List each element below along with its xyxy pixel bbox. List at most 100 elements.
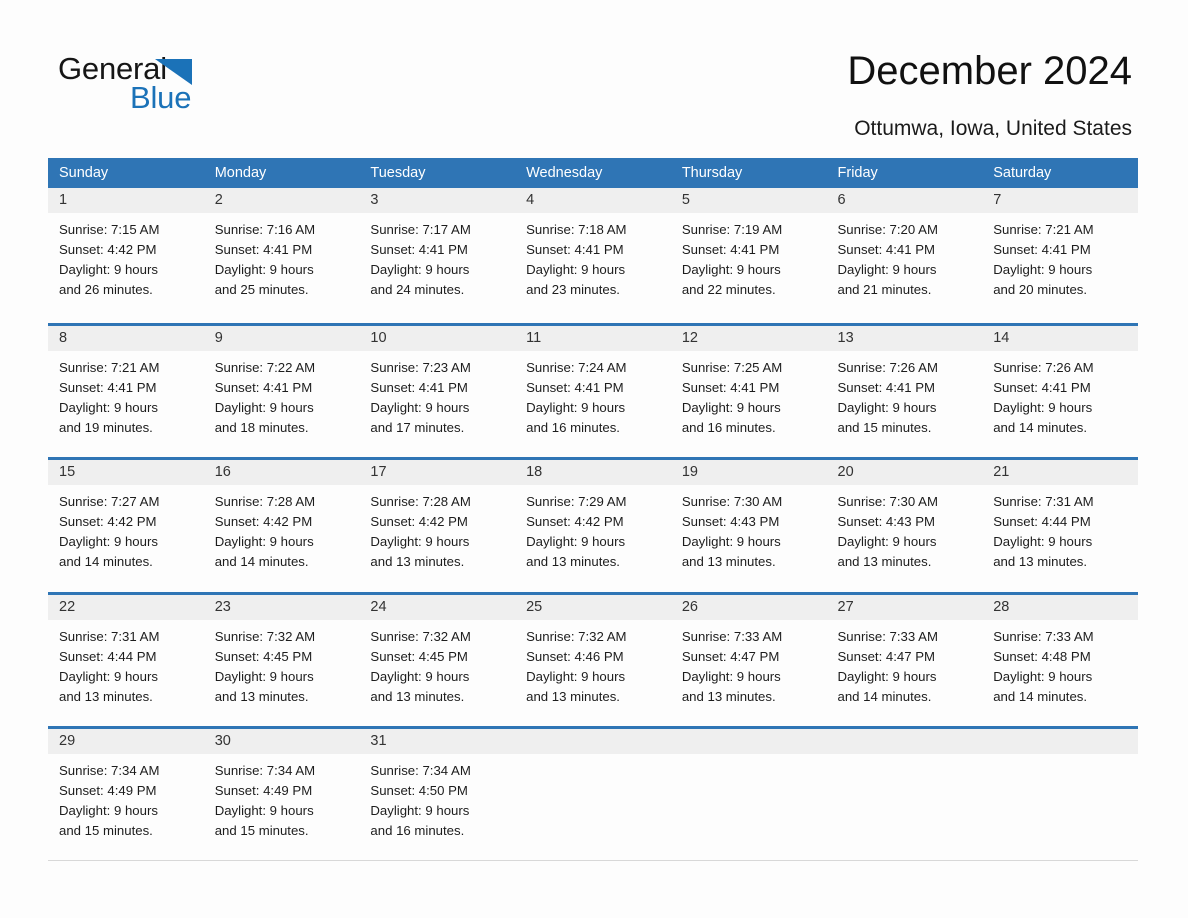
- daylight-duration-line1: Daylight: 9 hours: [681, 534, 781, 549]
- calendar-day-cell[interactable]: 16 Sunrise: 7:28 AM Sunset: 4:42 PM Dayligh…: [203, 460, 360, 592]
- calendar-day-cell[interactable]: 3 Sunrise: 7:17 AM Sunset: 4:41 PM Daylight…: [359, 188, 516, 320]
- calendar-day-details: Sunrise: 7:26 AM Sunset: 4:41 PM Daylight:…: [827, 351, 983, 438]
- calendar-day-cell[interactable]: 2 Sunrise: 7:16 AM Sunset: 4:41 PM Daylight…: [203, 188, 360, 320]
- calendar-day-number: 5: [670, 188, 827, 213]
- calendar-day-details: Sunrise: 7:34 AM Sunset: 4:50 PM Daylight:…: [359, 754, 515, 841]
- calendar-day-cell[interactable]: 23 Sunrise: 7:32 AM Sunset: 4:45 PM Dayligh…: [203, 594, 360, 726]
- sunrise-time: Sunrise: 7:21 AM: [59, 359, 160, 375]
- sunset-time: Sunset: 4:41 PM: [214, 379, 313, 395]
- calendar-day-number: 11: [515, 325, 671, 351]
- sunset-time: Sunset: 4:48 PM: [993, 648, 1091, 664]
- calendar-day-details: Sunrise: 7:32 AM Sunset: 4:45 PM Daylight:…: [204, 620, 360, 707]
- sunrise-time: Sunrise: 7:26 AM: [837, 359, 938, 375]
- sunset-time: Sunset: 4:41 PM: [59, 379, 157, 395]
- calendar-day-cell[interactable]: 15 Sunrise: 7:27 AM Sunset: 4:42 PM Dayligh…: [48, 460, 204, 592]
- sunset-time: Sunset: 4:41 PM: [837, 242, 936, 257]
- calendar-day-cell[interactable]: 22 Sunrise: 7:31 AM Sunset: 4:44 PM Dayligh…: [48, 594, 204, 726]
- calendar-day-details: Sunrise: 7:25 AM Sunset: 4:41 PM Daylight:…: [671, 351, 827, 438]
- calendar-day-cell[interactable]: 11 Sunrise: 7:24 AM Sunset: 4:41 PM Dayligh…: [515, 325, 671, 457]
- day-of-week-thursday: Thursday: [681, 165, 743, 181]
- sunrise-time: Sunrise: 7:34 AM: [59, 763, 160, 778]
- daylight-duration-line2: and 13 minutes.: [681, 554, 776, 569]
- calendar-day-cell[interactable]: 7 Sunrise: 7:21 AM Sunset: 4:41 PM Daylight…: [982, 188, 1138, 320]
- daylight-duration-line2: and 14 minutes.: [993, 688, 1088, 704]
- calendar-day-details: Sunrise: 7:34 AM Sunset: 4:49 PM Daylight:…: [204, 754, 360, 841]
- sunset-time: Sunset: 4:49 PM: [59, 783, 157, 798]
- calendar-day-details: Sunrise: 7:21 AM Sunset: 4:41 PM Daylight:…: [48, 351, 204, 438]
- calendar-day-number: 23: [203, 594, 360, 620]
- calendar-day-cell[interactable]: 20 Sunrise: 7:30 AM Sunset: 4:43 PM Dayligh…: [826, 460, 983, 592]
- sunrise-time: Sunrise: 7:20 AM: [837, 222, 938, 237]
- calendar-day-cell[interactable]: 28 Sunrise: 7:33 AM Sunset: 4:48 PM Dayligh…: [982, 594, 1138, 726]
- daylight-duration-line1: Daylight: 9 hours: [59, 534, 158, 549]
- calendar-day-cell[interactable]: 27 Sunrise: 7:33 AM Sunset: 4:47 PM Dayligh…: [826, 594, 983, 726]
- calendar-day-cell[interactable]: 25 Sunrise: 7:32 AM Sunset: 4:46 PM Dayligh…: [515, 594, 671, 726]
- calendar-week-row: 1 Sunrise: 7:15 AM Sunset: 4:42 PM Daylight…: [48, 188, 1138, 323]
- calendar-day-cell[interactable]: 9 Sunrise: 7:22 AM Sunset: 4:41 PM Daylight…: [203, 325, 360, 457]
- sunrise-time: Sunrise: 7:33 AM: [681, 628, 783, 644]
- calendar-day-cell-empty: [826, 729, 983, 861]
- calendar-day-cell[interactable]: 19 Sunrise: 7:30 AM Sunset: 4:43 PM Dayligh…: [670, 460, 827, 592]
- sunrise-time: Sunrise: 7:26 AM: [993, 359, 1094, 375]
- daylight-duration-line1: Daylight: 9 hours: [214, 668, 314, 684]
- page-header: General Blue December 2024 Ottumwa, Iowa…: [0, 0, 1188, 150]
- calendar-day-cell[interactable]: 13 Sunrise: 7:26 AM Sunset: 4:41 PM Dayligh…: [826, 325, 983, 457]
- calendar-day-details: Sunrise: 7:32 AM Sunset: 4:46 PM Daylight:…: [515, 620, 671, 707]
- calendar-day-details: Sunrise: 7:21 AM Sunset: 4:41 PM Daylight:…: [982, 213, 1138, 300]
- sunrise-time: Sunrise: 7:28 AM: [370, 494, 471, 509]
- calendar-day-number: 29: [48, 729, 204, 754]
- calendar-week-cells: 15 Sunrise: 7:27 AM Sunset: 4:42 PM Dayligh…: [48, 460, 1138, 592]
- sunset-time: Sunset: 4:44 PM: [993, 514, 1091, 529]
- daylight-duration-line1: Daylight: 9 hours: [993, 399, 1093, 415]
- daylight-duration-line1: Daylight: 9 hours: [370, 399, 470, 415]
- general-blue-logo[interactable]: General Blue: [58, 52, 318, 120]
- sunset-time: Sunset: 4:41 PM: [837, 379, 936, 395]
- sunset-time: Sunset: 4:42 PM: [214, 514, 313, 529]
- daylight-duration-line2: and 18 minutes.: [214, 419, 309, 435]
- calendar-day-cell[interactable]: 18 Sunrise: 7:29 AM Sunset: 4:42 PM Dayligh…: [515, 460, 671, 592]
- daylight-duration-line1: Daylight: 9 hours: [837, 534, 937, 549]
- daylight-duration-line1: Daylight: 9 hours: [837, 399, 937, 415]
- calendar-day-cell[interactable]: 12 Sunrise: 7:25 AM Sunset: 4:41 PM Dayligh…: [670, 325, 827, 457]
- calendar-day-details: Sunrise: 7:27 AM Sunset: 4:42 PM Daylight:…: [48, 485, 204, 572]
- calendar-day-number: 1: [48, 188, 204, 213]
- sunrise-time: Sunrise: 7:32 AM: [370, 628, 471, 644]
- daylight-duration-line2: and 16 minutes.: [370, 823, 465, 838]
- daylight-duration-line2: and 13 minutes.: [526, 688, 620, 704]
- calendar-day-cell[interactable]: 17 Sunrise: 7:28 AM Sunset: 4:42 PM Dayligh…: [359, 460, 516, 592]
- calendar-day-cell[interactable]: 5 Sunrise: 7:19 AM Sunset: 4:41 PM Daylight…: [670, 188, 827, 320]
- sunrise-time: Sunrise: 7:15 AM: [59, 222, 160, 237]
- sunset-time: Sunset: 4:41 PM: [370, 242, 468, 257]
- calendar-day-cell[interactable]: 31 Sunrise: 7:34 AM Sunset: 4:50 PM Dayligh…: [359, 729, 516, 861]
- daylight-duration-line1: Daylight: 9 hours: [993, 534, 1093, 549]
- calendar-day-cell[interactable]: 10 Sunrise: 7:23 AM Sunset: 4:41 PM Dayligh…: [359, 325, 516, 457]
- calendar-day-cell[interactable]: 26 Sunrise: 7:33 AM Sunset: 4:47 PM Dayligh…: [670, 594, 827, 726]
- daylight-duration-line2: and 23 minutes.: [526, 282, 620, 297]
- calendar-day-cell[interactable]: 24 Sunrise: 7:32 AM Sunset: 4:45 PM Dayligh…: [359, 594, 516, 726]
- daylight-duration-line2: and 15 minutes.: [59, 823, 153, 838]
- calendar-page: General Blue December 2024 Ottumwa, Iowa…: [0, 0, 1188, 918]
- sunset-time: Sunset: 4:41 PM: [681, 379, 780, 395]
- calendar-day-cell[interactable]: 29 Sunrise: 7:34 AM Sunset: 4:49 PM Dayligh…: [48, 729, 204, 861]
- daylight-duration-line1: Daylight: 9 hours: [526, 534, 626, 549]
- calendar-day-cell[interactable]: 14 Sunrise: 7:26 AM Sunset: 4:41 PM Dayligh…: [982, 325, 1138, 457]
- daylight-duration-line2: and 13 minutes.: [837, 554, 932, 569]
- calendar-day-number: 3: [359, 188, 516, 213]
- calendar-day-number: 6: [826, 188, 983, 213]
- calendar-day-cell[interactable]: 6 Sunrise: 7:20 AM Sunset: 4:41 PM Daylight…: [826, 188, 983, 320]
- sunrise-time: Sunrise: 7:23 AM: [370, 359, 471, 375]
- sunrise-time: Sunrise: 7:18 AM: [526, 222, 627, 237]
- calendar-day-cell[interactable]: 1 Sunrise: 7:15 AM Sunset: 4:42 PM Daylight…: [48, 188, 204, 320]
- calendar-day-number: 21: [982, 460, 1138, 485]
- calendar-day-cell[interactable]: 4 Sunrise: 7:18 AM Sunset: 4:41 PM Daylight…: [515, 188, 671, 320]
- calendar-day-number: 18: [515, 460, 671, 485]
- calendar-day-cell[interactable]: 8 Sunrise: 7:21 AM Sunset: 4:41 PM Daylight…: [48, 325, 204, 457]
- calendar-day-cell[interactable]: 21 Sunrise: 7:31 AM Sunset: 4:44 PM Dayligh…: [982, 460, 1138, 592]
- sunrise-time: Sunrise: 7:17 AM: [370, 222, 471, 237]
- sunset-time: Sunset: 4:47 PM: [681, 648, 780, 664]
- calendar-day-cell[interactable]: 30 Sunrise: 7:34 AM Sunset: 4:49 PM Dayligh…: [203, 729, 360, 861]
- day-of-week-sunday: Sunday: [59, 165, 109, 181]
- daylight-duration-line2: and 14 minutes.: [993, 419, 1088, 435]
- sunset-time: Sunset: 4:49 PM: [214, 783, 313, 798]
- day-of-week-header-row: Sunday Monday Tuesday Wednesday Thursday…: [48, 158, 1138, 188]
